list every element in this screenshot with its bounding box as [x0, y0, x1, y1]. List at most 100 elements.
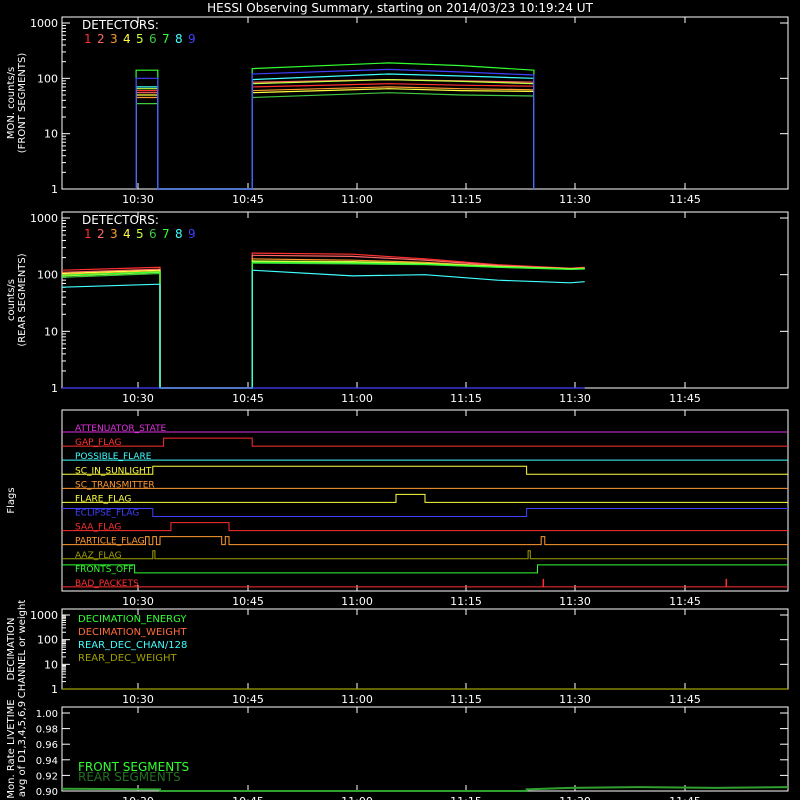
livetime-ylabel-line: avg of D1,3,4,5,6,9 — [17, 701, 28, 797]
rear-frame — [61, 211, 789, 389]
flags-ylabel: Flags — [6, 487, 17, 513]
flag-line — [62, 522, 788, 532]
decimation-legend-item: DECIMATION_WEIGHT — [78, 627, 187, 638]
decimation-legend-item: REAR_DEC_WEIGHT — [78, 653, 177, 664]
front-ytick-label: 1000 — [30, 17, 58, 30]
decimation-ytick-label: 10 — [44, 658, 58, 671]
front-legend-item: 3 — [110, 32, 118, 46]
livetime-ytick-label: 0.90 — [36, 787, 58, 798]
front-series-1 — [135, 83, 535, 190]
decimation-xtick-label: 11:15 — [450, 693, 482, 706]
flag-line — [62, 493, 788, 503]
livetime-ylabel-line: Mon. Rate LIVETIME — [6, 699, 17, 798]
livetime-ytick-label: 0.92 — [36, 771, 58, 782]
rear-legend-item: 6 — [149, 227, 157, 241]
front-series-6 — [135, 92, 535, 190]
rear-series-6 — [61, 262, 585, 389]
decimation-xtick-label: 11:45 — [669, 693, 701, 706]
flag-label: FRONTS_OFF — [75, 565, 133, 575]
livetime-ytick-label: 1.00 — [36, 709, 58, 720]
front-xtick-label: 10:30 — [122, 193, 154, 206]
decimation-xtick-label: 10:30 — [122, 693, 154, 706]
front-legend-item: 8 — [175, 32, 183, 46]
front-xtick-label: 11:45 — [669, 193, 701, 206]
rear-ytick-label: 1 — [51, 382, 58, 395]
livetime-xtick-label: 11:15 — [450, 795, 482, 800]
front-xtick-label: 10:45 — [232, 193, 264, 206]
livetime-xtick-label: 10:30 — [122, 795, 154, 800]
front-ylabel-line: MON. counts/s — [6, 67, 17, 139]
decimation-legend-item: DECIMATION_ENERGY — [78, 614, 187, 625]
flags-xtick-label: 11:45 — [669, 595, 701, 608]
decimation-ylabel: DECIMATIONCHANNEL or weight — [6, 600, 28, 699]
flags-panel: 10:30 10:45 11:00 11:15 11:30 11:45FlagsATTEN… — [6, 409, 789, 608]
rear-xtick-label: 11:45 — [669, 392, 701, 405]
front-ytick-label: 100 — [37, 72, 58, 85]
front-series-5 — [135, 78, 535, 190]
livetime-ytick-label: 0.94 — [36, 756, 58, 767]
front-ylabel-line: (FRONT SEGMENTS) — [17, 53, 28, 154]
rear-xtick-label: 10:45 — [232, 392, 264, 405]
front-ytick-label: 1 — [51, 183, 58, 196]
rear-legend-item: 8 — [175, 227, 183, 241]
livetime-legend-item: REAR SEGMENTS — [78, 770, 181, 784]
hessi-summary-figure: HESSI Observing Summary, starting on 201… — [0, 0, 800, 800]
rear-legend-item: 4 — [123, 227, 131, 241]
decimation-ytick-label: 1 — [51, 683, 58, 696]
livetime-ytick-label: 0.96 — [36, 740, 58, 751]
livetime-ylabel: Mon. Rate LIVETIMEavg of D1,3,4,5,6,9 — [6, 699, 28, 798]
flags-xtick-label: 10:45 — [232, 595, 264, 608]
flags-ylabel-line: Flags — [6, 487, 17, 513]
front-series-3 — [135, 86, 535, 190]
livetime-xtick-label: 11:00 — [341, 795, 373, 800]
rear-xtick-label: 11:15 — [450, 392, 482, 405]
flag-line — [62, 564, 788, 574]
front-xtick-label: 11:00 — [341, 193, 373, 206]
rear-legend-item: 5 — [136, 227, 144, 241]
front-panel: 10:30 10:45 11:00 11:15 11:30 11:45 1 10 100 1000… — [6, 16, 789, 206]
front-ytick-label: 10 — [44, 128, 58, 141]
livetime-xtick-label: 11:45 — [669, 795, 701, 800]
rear-xtick-label: 10:30 — [122, 392, 154, 405]
rear-ylabel-line: counts/s — [6, 279, 17, 321]
rear-series-3 — [61, 258, 585, 389]
rear-legend-item: 9 — [188, 227, 196, 241]
livetime-series — [61, 786, 789, 792]
front-legend-item: 9 — [188, 32, 196, 46]
rear-xtick-label: 11:30 — [559, 392, 591, 405]
figure-title: HESSI Observing Summary, starting on 201… — [207, 1, 593, 15]
rear-series-2 — [61, 254, 585, 389]
decimation-xtick-label: 11:00 — [341, 693, 373, 706]
rear-series-8 — [61, 269, 585, 389]
rear-legend-item: 3 — [110, 227, 118, 241]
front-series-4 — [135, 88, 535, 190]
decimation-panel: 10:30 10:45 11:00 11:15 11:30 11:45 1 10 100 1000… — [6, 600, 789, 706]
front-frame — [61, 16, 789, 190]
rear-legend-item: 1 — [84, 227, 92, 241]
flag-line — [62, 465, 788, 475]
flags-xtick-label: 11:00 — [341, 595, 373, 608]
front-legend-item: 4 — [123, 32, 131, 46]
flags-xtick-label: 11:30 — [559, 595, 591, 608]
front-legend-item: 6 — [149, 32, 157, 46]
livetime-panel: 10:30 10:45 11:00 11:15 11:30 11:45 Mon. Rate … — [6, 699, 789, 800]
rear-series-7 — [61, 261, 585, 389]
rear-panel: 10:30 10:45 11:00 11:15 11:30 11:45 1 10 100 1000… — [6, 211, 789, 405]
livetime-ytick-label: 0.98 — [36, 725, 58, 736]
front-legend-item: 5 — [136, 32, 144, 46]
rear-ytick-label: 1000 — [30, 212, 58, 225]
front-legend-item: 2 — [97, 32, 105, 46]
rear-ytick-label: 10 — [44, 325, 58, 338]
decimation-legend-item: REAR_DEC_CHAN/128 — [78, 640, 187, 651]
rear-xtick-label: 11:00 — [341, 392, 373, 405]
front-legend-item: 1 — [84, 32, 92, 46]
rear-ylabel: counts/s(REAR SEGMENTS) — [6, 253, 28, 346]
flag-line — [62, 536, 788, 546]
flag-line — [62, 437, 788, 447]
livetime-xtick-label: 11:30 — [559, 795, 591, 800]
flags-xtick-label: 11:15 — [450, 595, 482, 608]
front-series-2 — [135, 78, 535, 190]
rear-ylabel-line: (REAR SEGMENTS) — [17, 253, 28, 346]
rear-legend-title: DETECTORS: — [82, 213, 159, 227]
livetime-xtick-label: 10:45 — [232, 795, 264, 800]
